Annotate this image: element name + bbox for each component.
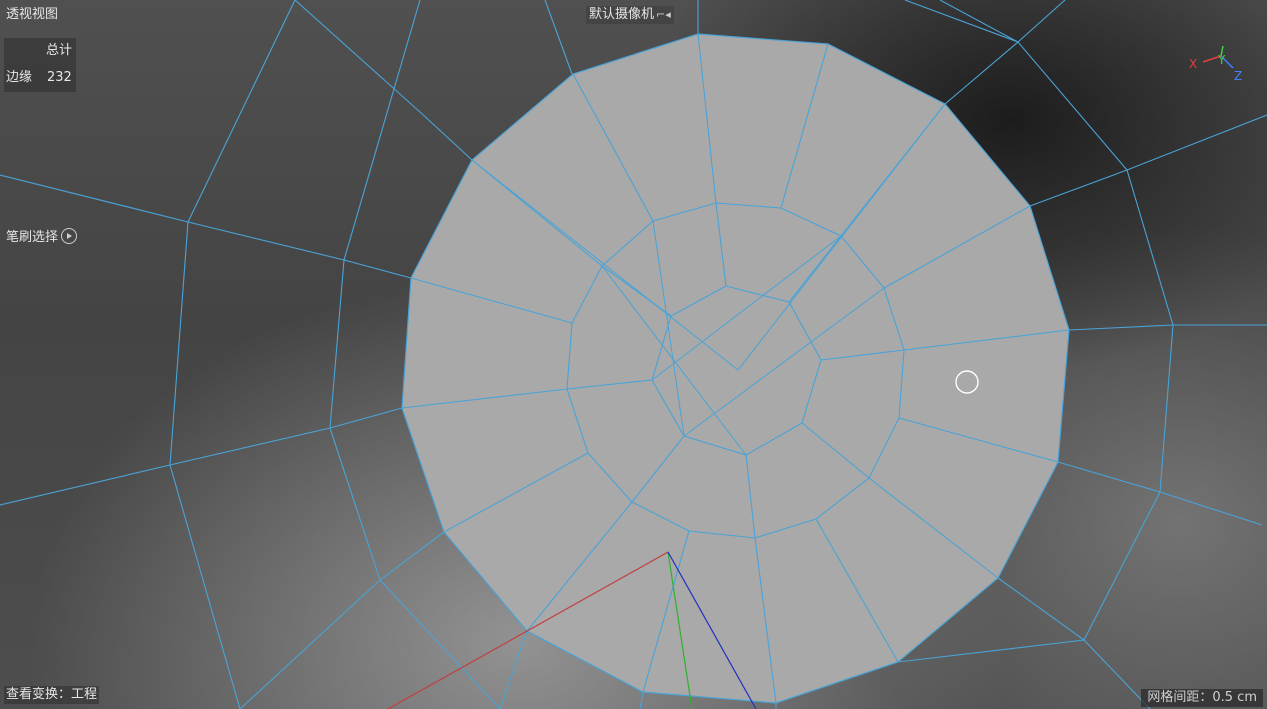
gizmo-y-label: Y xyxy=(1218,53,1226,67)
grid-edge xyxy=(1083,639,1151,709)
axis-gizmo[interactable]: X Y Z xyxy=(1183,42,1243,86)
stats-panel: 总计 边缘 232 xyxy=(4,38,76,92)
perspective-viewport[interactable]: 透视视图 总计 边缘 232 默认摄像机 ⌐◂ 笔刷选择 查看变换：工程 网格间距… xyxy=(0,0,1267,709)
grid-edge xyxy=(169,0,296,709)
grid-edge xyxy=(0,407,403,506)
mesh-canvas[interactable] xyxy=(0,0,1267,709)
view-transform-label: 查看变换：工程 xyxy=(4,686,100,704)
grid-edge xyxy=(997,577,1085,641)
camera-icon[interactable]: ⌐◂ xyxy=(656,6,671,24)
grid-edge xyxy=(1057,461,1161,493)
grid-edge xyxy=(1068,324,1267,331)
camera-label: 默认摄像机 xyxy=(589,7,655,22)
gizmo-z-label: Z xyxy=(1234,69,1243,83)
grid-edge xyxy=(499,630,528,709)
camera-menu[interactable]: 默认摄像机 ⌐◂ xyxy=(586,6,674,24)
grid-edge xyxy=(904,0,1019,43)
grid-edge xyxy=(379,531,445,581)
view-title[interactable]: 透视视图 xyxy=(4,6,60,24)
grid-edge xyxy=(1029,114,1267,207)
stats-header: 总计 xyxy=(46,43,73,58)
grid-edge xyxy=(544,0,573,75)
grid-edge xyxy=(294,0,421,113)
brush-settings-icon[interactable] xyxy=(61,228,78,244)
brush-select-label: 笔刷选择 xyxy=(6,230,59,245)
grid-edge xyxy=(639,691,644,709)
stats-row-value: 232 xyxy=(47,70,72,85)
grid-edge xyxy=(0,174,412,279)
stats-row-label: 边缘 xyxy=(6,70,33,85)
grid-edge xyxy=(944,0,1066,105)
brush-select-tool[interactable]: 笔刷选择 xyxy=(4,228,79,247)
grid-spacing-label: 网格间距：0.5 cm xyxy=(1141,689,1263,707)
gizmo-x-label: X xyxy=(1189,57,1198,71)
grid-edge xyxy=(419,111,473,161)
grid-edge xyxy=(239,579,381,709)
